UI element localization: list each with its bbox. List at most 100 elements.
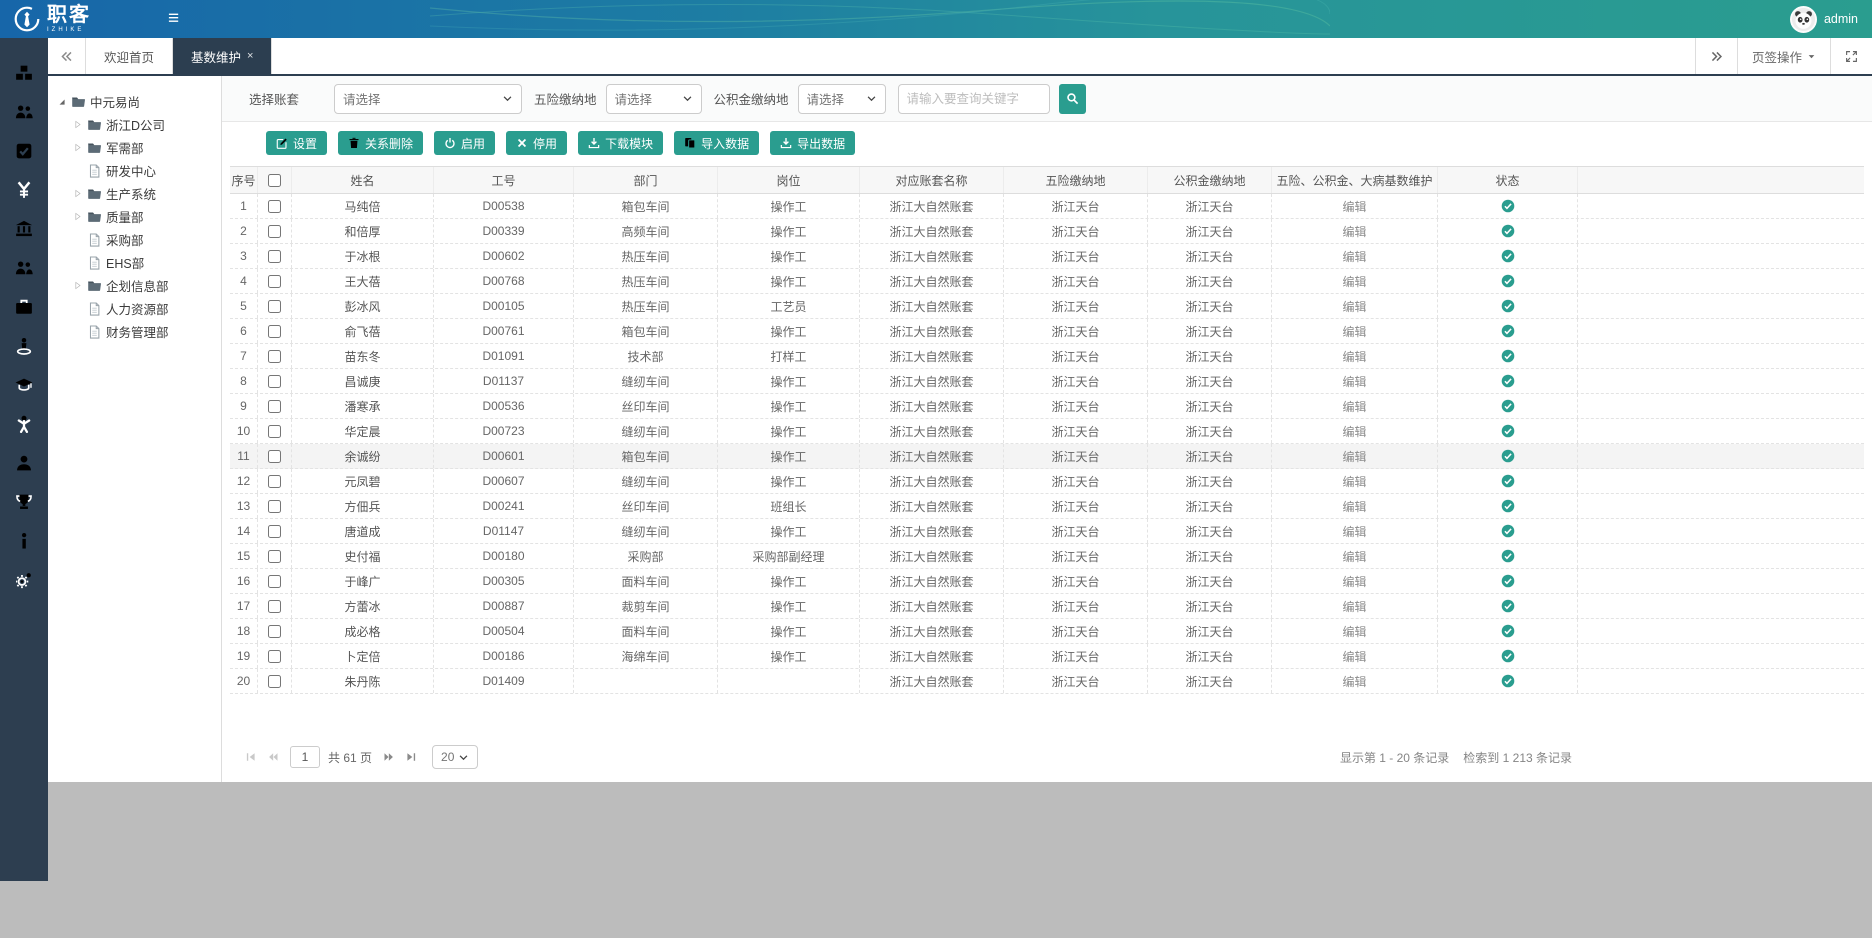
check-square-icon[interactable] xyxy=(15,142,33,160)
edit-link[interactable]: 编辑 xyxy=(1342,198,1366,215)
bank-icon[interactable] xyxy=(15,220,33,238)
username-label[interactable]: admin xyxy=(1824,12,1858,26)
edit-link[interactable]: 编辑 xyxy=(1342,423,1366,440)
tab-base-maintenance[interactable]: 基数维护 × xyxy=(173,38,272,74)
trash-button[interactable]: 关系删除 xyxy=(338,131,423,155)
select-all-checkbox[interactable] xyxy=(268,174,281,187)
tree-caret-collapsed-icon[interactable] xyxy=(72,189,83,198)
tab-close-icon[interactable]: × xyxy=(247,50,253,62)
tab-operations-dropdown[interactable]: 页签操作 xyxy=(1737,38,1830,74)
tabs-scroll-left-button[interactable] xyxy=(48,38,86,74)
fullscreen-toggle-button[interactable] xyxy=(1830,38,1872,74)
edit-link[interactable]: 编辑 xyxy=(1342,223,1366,240)
edit-link[interactable]: 编辑 xyxy=(1342,548,1366,565)
child-icon[interactable] xyxy=(15,415,33,433)
import-button[interactable]: 导入数据 xyxy=(674,131,759,155)
briefcase-icon[interactable] xyxy=(15,298,33,316)
yen-icon[interactable] xyxy=(15,181,33,199)
tree-node[interactable]: EHS部 xyxy=(56,251,217,274)
info-icon[interactable] xyxy=(15,532,33,550)
last-page-button[interactable] xyxy=(400,746,422,768)
previous-page-button[interactable] xyxy=(262,746,284,768)
current-page-box[interactable]: 1 xyxy=(290,746,320,768)
edit-button[interactable]: 设置 xyxy=(266,131,327,155)
search-input[interactable] xyxy=(898,84,1050,114)
cubes-icon[interactable] xyxy=(15,64,33,82)
cogs-icon[interactable] xyxy=(15,571,33,589)
tree-node[interactable]: 人力资源部 xyxy=(56,297,217,320)
row-checkbox[interactable] xyxy=(268,425,281,438)
row-checkbox[interactable] xyxy=(268,375,281,388)
export-button[interactable]: 导出数据 xyxy=(770,131,855,155)
row-checkbox[interactable] xyxy=(268,200,281,213)
tree-node[interactable]: 采购部 xyxy=(56,228,217,251)
edit-link[interactable]: 编辑 xyxy=(1342,373,1366,390)
row-checkbox[interactable] xyxy=(268,550,281,563)
avatar[interactable] xyxy=(1790,6,1817,33)
tabs-scroll-right-button[interactable] xyxy=(1695,38,1737,74)
edit-link[interactable]: 编辑 xyxy=(1342,398,1366,415)
tree-node[interactable]: 研发中心 xyxy=(56,159,217,182)
row-checkbox[interactable] xyxy=(268,300,281,313)
edit-link[interactable]: 编辑 xyxy=(1342,448,1366,465)
street-view-icon[interactable] xyxy=(15,337,33,355)
tree-node[interactable]: 浙江D公司 xyxy=(56,113,217,136)
tree-caret-expanded-icon[interactable] xyxy=(56,97,67,106)
next-page-button[interactable] xyxy=(378,746,400,768)
tree-caret-collapsed-icon[interactable] xyxy=(72,212,83,221)
edit-link[interactable]: 编辑 xyxy=(1342,573,1366,590)
row-checkbox[interactable] xyxy=(268,450,281,463)
row-checkbox[interactable] xyxy=(268,500,281,513)
tree-node[interactable]: 生产系统 xyxy=(56,182,217,205)
row-checkbox[interactable] xyxy=(268,600,281,613)
row-checkbox[interactable] xyxy=(268,250,281,263)
tab-welcome[interactable]: 欢迎首页 xyxy=(86,38,173,74)
download-button[interactable]: 下载模块 xyxy=(578,131,663,155)
tree-node[interactable]: 中元易尚 xyxy=(56,90,217,113)
team-icon[interactable] xyxy=(15,103,33,121)
tree-caret-collapsed-icon[interactable] xyxy=(72,143,83,152)
edit-link[interactable]: 编辑 xyxy=(1342,523,1366,540)
team2-icon[interactable] xyxy=(15,259,33,277)
row-checkbox[interactable] xyxy=(268,575,281,588)
edit-link[interactable]: 编辑 xyxy=(1342,273,1366,290)
graduation-cap-icon[interactable] xyxy=(15,376,33,394)
edit-link[interactable]: 编辑 xyxy=(1342,598,1366,615)
edit-link[interactable]: 编辑 xyxy=(1342,623,1366,640)
trophy-icon[interactable] xyxy=(15,493,33,511)
edit-link[interactable]: 编辑 xyxy=(1342,673,1366,690)
close-button[interactable]: 停用 xyxy=(506,131,567,155)
tree-caret-collapsed-icon[interactable] xyxy=(72,120,83,129)
row-checkbox[interactable] xyxy=(268,475,281,488)
tree-node[interactable]: 财务管理部 xyxy=(56,320,217,343)
row-checkbox[interactable] xyxy=(268,325,281,338)
row-checkbox[interactable] xyxy=(268,525,281,538)
row-checkbox[interactable] xyxy=(268,275,281,288)
tree-node[interactable]: 质量部 xyxy=(56,205,217,228)
row-checkbox[interactable] xyxy=(268,650,281,663)
row-checkbox[interactable] xyxy=(268,400,281,413)
edit-link[interactable]: 编辑 xyxy=(1342,473,1366,490)
row-checkbox[interactable] xyxy=(268,675,281,688)
hamburger-icon[interactable]: ≡ xyxy=(168,0,179,38)
row-checkbox[interactable] xyxy=(268,225,281,238)
power-button[interactable]: 启用 xyxy=(434,131,495,155)
insurance-select[interactable]: 请选择 xyxy=(606,84,702,114)
tree-node[interactable]: 企划信息部 xyxy=(56,274,217,297)
account-select[interactable]: 请选择 xyxy=(334,84,522,114)
row-checkbox[interactable] xyxy=(268,625,281,638)
tree-node[interactable]: 军需部 xyxy=(56,136,217,159)
fund-select[interactable]: 请选择 xyxy=(798,84,886,114)
edit-link[interactable]: 编辑 xyxy=(1342,298,1366,315)
edit-link[interactable]: 编辑 xyxy=(1342,348,1366,365)
edit-link[interactable]: 编辑 xyxy=(1342,648,1366,665)
page-size-select[interactable]: 20 xyxy=(432,745,478,769)
edit-link[interactable]: 编辑 xyxy=(1342,323,1366,340)
row-checkbox[interactable] xyxy=(268,350,281,363)
first-page-button[interactable] xyxy=(240,746,262,768)
user-icon[interactable] xyxy=(15,454,33,472)
search-button[interactable] xyxy=(1059,84,1086,114)
tree-caret-collapsed-icon[interactable] xyxy=(72,281,83,290)
edit-link[interactable]: 编辑 xyxy=(1342,498,1366,515)
edit-link[interactable]: 编辑 xyxy=(1342,248,1366,265)
